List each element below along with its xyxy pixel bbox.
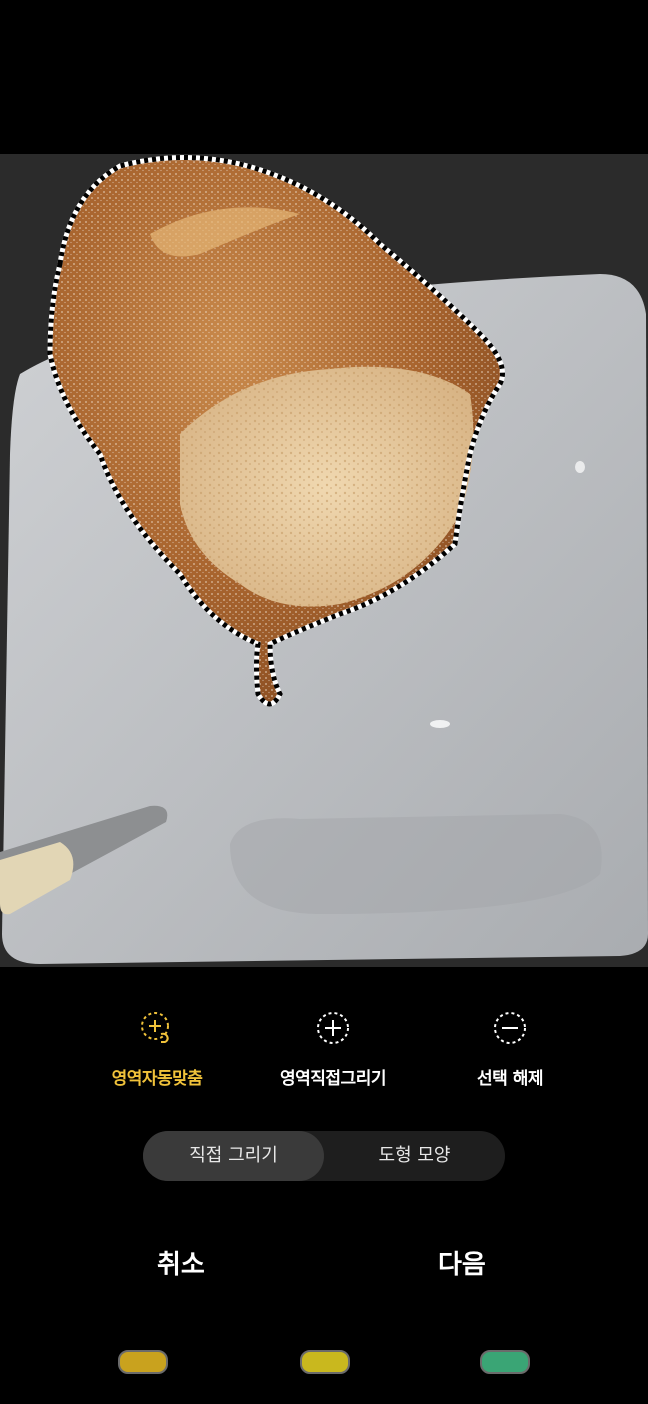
auto-fit-label: 영역자동맞춤 — [111, 1069, 203, 1089]
recent-apps-icon[interactable] — [118, 1350, 168, 1374]
selection-tools: 영역자동맞춤 영역직접그리기 선택 해제 — [0, 1000, 648, 1100]
cancel-button[interactable]: 취소 — [157, 1244, 205, 1281]
auto-fit-button[interactable]: 영역자동맞춤 — [57, 1010, 257, 1089]
system-nav-bar — [0, 1340, 648, 1380]
manual-draw-label: 영역직접그리기 — [280, 1069, 386, 1089]
photo-image — [0, 155, 648, 964]
back-icon[interactable] — [480, 1350, 530, 1374]
mode-toggle: 직접 그리기 도형 모양 — [143, 1131, 505, 1181]
remove-selection-icon — [494, 1012, 526, 1044]
deselect-button[interactable]: 선택 해제 — [410, 1010, 610, 1089]
auto-fit-selection-icon — [141, 1012, 169, 1043]
manual-draw-button[interactable]: 영역직접그리기 — [233, 1010, 433, 1089]
deselect-label: 선택 해제 — [477, 1069, 543, 1089]
tab-free-draw[interactable]: 직접 그리기 — [143, 1131, 324, 1181]
tab-shape[interactable]: 도형 모양 — [324, 1131, 505, 1181]
photo-canvas[interactable] — [0, 154, 648, 967]
add-selection-icon — [317, 1012, 349, 1044]
home-icon[interactable] — [300, 1350, 350, 1374]
next-button[interactable]: 다음 — [438, 1244, 486, 1281]
